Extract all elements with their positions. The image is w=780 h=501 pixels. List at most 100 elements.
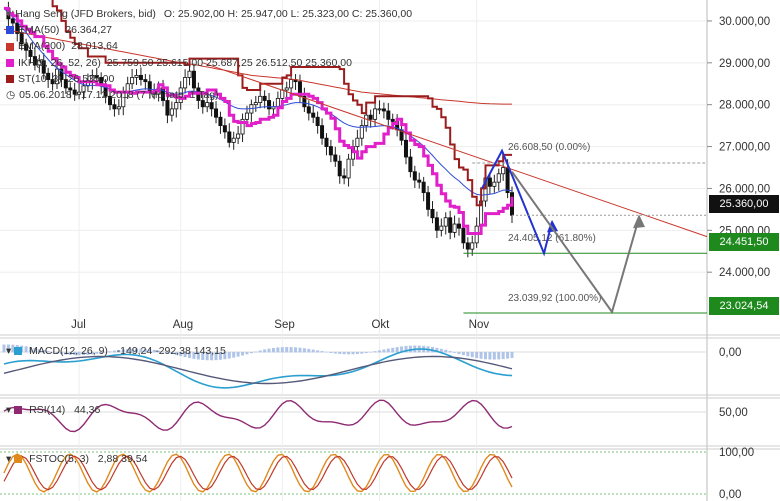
macd-hist-bar: [369, 351, 373, 353]
macd-hist-bar: [461, 352, 465, 356]
macd-hist-bar: [333, 352, 337, 354]
candle-body: [116, 106, 121, 110]
candle-body: [403, 139, 408, 158]
chevron-icon: ▾: [6, 345, 12, 357]
ema200-swatch-icon: [6, 42, 14, 51]
macd-hist-bar: [492, 352, 496, 360]
macd-hist-bar: [338, 352, 342, 354]
candle-body: [412, 171, 417, 181]
legend-ema50-label: EMA(50): [18, 24, 60, 37]
macd-hist-bar: [320, 351, 324, 353]
xtick-label: Okt: [371, 319, 390, 331]
legend-ema200-value: 28.013,64: [71, 40, 118, 53]
xtick-label: Sep: [274, 319, 294, 331]
candle-body: [505, 167, 510, 194]
macd-hist-bar: [470, 352, 474, 358]
macd-hist-bar: [386, 348, 390, 353]
macd-hist-bar: [294, 347, 298, 353]
candle-body: [169, 108, 174, 116]
candle-body: [426, 192, 431, 210]
candle-body: [174, 102, 179, 110]
macd-hist-bar: [302, 348, 306, 353]
candle-body: [218, 116, 223, 127]
legend-st[interactable]: ST(10, 3) 26.535,00: [6, 71, 412, 87]
macd-hist-bar: [453, 352, 457, 353]
rsi-legend[interactable]: ▾ RSI(14) 44,36: [6, 404, 100, 416]
macd-hist-bar: [391, 347, 395, 353]
fib100-price-tag: 23.024,54: [709, 297, 779, 315]
macd-hist-bar: [355, 352, 359, 355]
macd-hist-bar: [457, 352, 461, 354]
rsi-tick-label: 50,00: [719, 407, 748, 419]
candle-body: [364, 114, 369, 127]
macd-legend[interactable]: ▾ MACD(12, 26, 9) -149,24 -292,38 143,15: [6, 345, 226, 357]
candle-body: [227, 131, 232, 143]
chevron-icon[interactable]: ▾: [6, 6, 11, 22]
candle-body: [408, 156, 413, 173]
candle-body: [231, 137, 236, 143]
legend-ema50[interactable]: EMA(50) 26.364,27: [6, 22, 412, 38]
legend-ikh-label: IKH(9, 26, 52, 26): [18, 56, 101, 69]
macd-hist-bar: [289, 347, 293, 353]
macd-hist-bar: [316, 350, 320, 353]
candle-body: [311, 112, 316, 118]
legend-ema200-label: EMA(200): [18, 40, 66, 53]
macd-hist-bar: [448, 351, 452, 353]
macd-hist-bar: [360, 352, 364, 354]
fib-100-label: 23.039,92 (100.00%): [508, 293, 601, 304]
candle-body: [487, 177, 492, 187]
macd-hist-bar: [307, 348, 311, 353]
candle-body: [320, 125, 325, 139]
clock-icon: ◷: [6, 89, 16, 102]
candle-body: [315, 116, 320, 127]
macd-hist-bar: [444, 349, 448, 353]
candle-body: [377, 108, 382, 111]
legend-st-label: ST(10, 3): [18, 72, 62, 85]
fstoc-tick-label: 100,00: [719, 447, 754, 459]
macd-tick-label: 0,00: [719, 347, 741, 359]
macd-hist-bar: [324, 351, 328, 353]
ytick-label: 29.000,00: [719, 58, 770, 70]
macd-swatch-icon: [14, 347, 23, 355]
candle-body: [470, 242, 475, 250]
candle-body: [430, 208, 435, 219]
candle-body: [434, 217, 439, 231]
candle-body: [214, 108, 219, 118]
candle-body: [421, 181, 426, 194]
macd-hist-bar: [232, 352, 236, 358]
candle-body: [461, 227, 466, 244]
macd-hist-bar: [479, 352, 483, 359]
macd-hist-bar: [351, 352, 355, 355]
candle-body: [328, 146, 333, 156]
st-swatch-icon: [6, 74, 14, 83]
candle-body: [492, 181, 497, 187]
macd-values: -149,24 -292,38 143,15: [116, 345, 226, 357]
last-price-value: 25.360,00: [719, 198, 769, 210]
candle-body: [465, 242, 470, 250]
macd-hist-bar: [227, 352, 231, 359]
macd-hist-bar: [382, 349, 386, 353]
candle-body: [386, 110, 391, 120]
macd-hist-bar: [249, 352, 253, 354]
macd-hist-bar: [311, 349, 315, 353]
rsi-swatch-icon: [14, 406, 23, 414]
candle-body: [355, 137, 360, 147]
fstoc-label: FSTOC(5, 3): [29, 453, 90, 465]
ytick-label: 24.000,00: [719, 267, 770, 279]
ikh-swatch-icon: [6, 58, 14, 67]
candle-body: [333, 154, 338, 162]
macd-hist-bar: [377, 350, 381, 353]
legend-ikh[interactable]: IKH(9, 26, 52, 26) 25.759,50 25.615,00 2…: [6, 55, 412, 71]
fstoc-legend[interactable]: ▾ FSTOC(5, 3) 2,88 39,54: [6, 453, 147, 465]
candle-body: [205, 102, 210, 108]
legend-header: ▾ Hang Seng (JFD Brokers, bid) O: 25.902…: [6, 6, 412, 22]
rsi-values: 44,36: [74, 404, 101, 416]
legend-ema200[interactable]: EMA(200) 28.013,64: [6, 38, 412, 54]
candle-body: [324, 137, 329, 147]
chart-stage: 30.000,00 29.000,00 28.000,00 27.000,00 26.0…: [0, 0, 780, 501]
legend-st-value: 26.535,00: [67, 72, 115, 85]
candle-body: [368, 114, 373, 120]
candle-body: [306, 106, 311, 114]
macd-hist-bar: [267, 348, 271, 353]
chevron-icon: ▾: [6, 404, 12, 416]
